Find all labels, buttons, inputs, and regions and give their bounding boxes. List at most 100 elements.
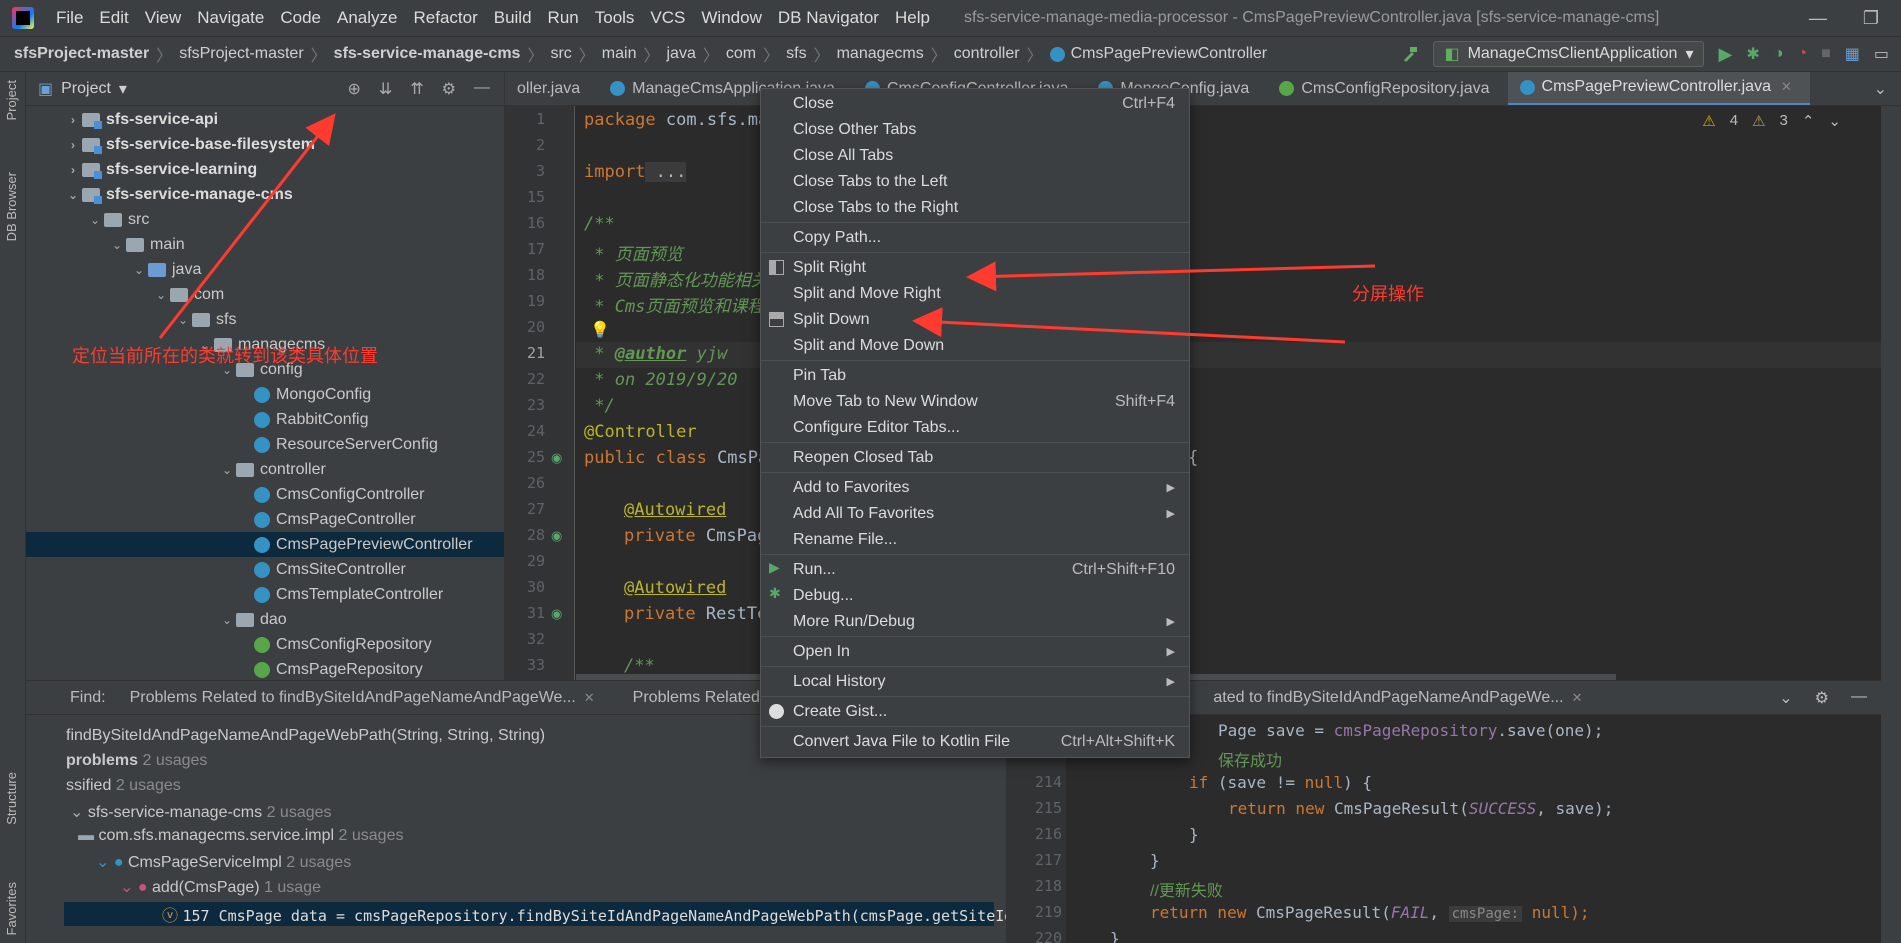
editor-tab[interactable]: CmsConfigRepository.java: [1267, 72, 1507, 105]
tree-item[interactable]: ⌄ dao: [26, 607, 504, 632]
tab-list-chevron-icon[interactable]: ⌄: [1874, 79, 1901, 99]
chevron-up-icon[interactable]: ⌃: [1802, 112, 1815, 130]
editor-tab-active[interactable]: CmsPagePreviewController.java ✕: [1507, 72, 1810, 105]
coverage-icon[interactable]: ◑: [1774, 45, 1784, 63]
menu-item-local-history[interactable]: Local History ▶: [761, 669, 1189, 694]
breadcrumb-item[interactable]: sfsProject-master: [14, 45, 149, 63]
tree-item[interactable]: ⌄ main: [26, 232, 504, 257]
tree-item[interactable]: CmsTemplateController: [26, 582, 504, 607]
find-result-row[interactable]: ⌄ ● add(CmsPage) 1 usage: [120, 877, 321, 897]
menu-item-move-tab-new-window[interactable]: Move Tab to New Window Shift+F4: [761, 389, 1189, 414]
tree-item[interactable]: RabbitConfig: [26, 407, 504, 432]
tree-item[interactable]: ⌄ sfs-service-manage-cms: [26, 182, 504, 207]
tree-item[interactable]: › sfs-service-base-filesystem: [26, 132, 504, 157]
locate-icon[interactable]: ⊕: [347, 79, 360, 99]
menu-help[interactable]: Help: [887, 8, 938, 28]
inspection-widget[interactable]: ⚠ 4 ⚠ 3 ⌃ ⌄: [1702, 112, 1841, 130]
menu-item-close-tabs-right[interactable]: Close Tabs to the Right: [761, 195, 1189, 220]
gear-icon[interactable]: ⚙: [1815, 688, 1829, 708]
menu-item-add-to-favorites[interactable]: Add to Favorites ▶: [761, 475, 1189, 500]
hide-icon[interactable]: —: [1851, 688, 1867, 708]
menu-code[interactable]: Code: [272, 8, 329, 28]
expand-all-icon[interactable]: ⇊: [379, 79, 392, 99]
minimize-icon[interactable]: —: [1809, 8, 1827, 29]
menu-navigate[interactable]: Navigate: [189, 8, 272, 28]
menu-item-pin-tab[interactable]: Pin Tab: [761, 363, 1189, 388]
menu-db-navigator[interactable]: DB Navigator: [770, 8, 887, 28]
menu-item-rename-file[interactable]: Rename File...: [761, 527, 1189, 552]
db-browser-tool-tab[interactable]: DB Browser: [4, 172, 19, 241]
menu-analyze[interactable]: Analyze: [329, 8, 405, 28]
breadcrumb-item[interactable]: sfs-service-manage-cms: [334, 45, 521, 63]
project-panel-title[interactable]: Project: [61, 80, 111, 98]
menu-vcs[interactable]: VCS: [642, 8, 693, 28]
find-result-row[interactable]: ⌄ sfs-service-manage-cms 2 usages: [70, 802, 332, 822]
tree-item[interactable]: ⌄ src: [26, 207, 504, 232]
menu-item-add-all-to-favorites[interactable]: Add All To Favorites ▶: [761, 501, 1189, 526]
find-result-row[interactable]: findBySiteIdAndPageNameAndPageWebPath(St…: [66, 727, 545, 745]
restore-icon[interactable]: ❐: [1863, 8, 1879, 29]
menu-build[interactable]: Build: [486, 8, 540, 28]
menu-item-more-run-debug[interactable]: More Run/Debug ▶: [761, 609, 1189, 634]
menu-item-run[interactable]: ▶ Run... Ctrl+Shift+F10: [761, 557, 1189, 582]
close-icon[interactable]: ✕: [584, 690, 595, 705]
tree-item[interactable]: CmsPageRepository: [26, 657, 504, 680]
tree-item[interactable]: ⌄ controller: [26, 457, 504, 482]
menu-item-split-right[interactable]: Split Right: [761, 255, 1189, 280]
menu-window[interactable]: Window: [693, 8, 769, 28]
tree-item[interactable]: › sfs-service-learning: [26, 157, 504, 182]
profile-icon[interactable]: ◔: [1797, 45, 1807, 63]
stop-icon[interactable]: ■: [1821, 45, 1831, 63]
breadcrumb-item[interactable]: sfs: [786, 45, 806, 63]
menu-edit[interactable]: Edit: [91, 8, 136, 28]
breadcrumb-item[interactable]: sfsProject-master: [179, 45, 303, 63]
project-tool-tab[interactable]: Project: [4, 80, 19, 120]
menu-item-split-move-right[interactable]: Split and Move Right: [761, 281, 1189, 306]
favorites-tool-tab[interactable]: Favorites: [4, 882, 19, 935]
tree-item[interactable]: ⌄ sfs: [26, 307, 504, 332]
breadcrumb-item[interactable]: managecms: [837, 45, 924, 63]
find-tab[interactable]: ated to findBySiteIdAndPageNameAndPageWe…: [1213, 689, 1582, 707]
chevron-down-icon[interactable]: ⌄: [1779, 688, 1792, 708]
layout-icon[interactable]: ▭: [1874, 44, 1889, 64]
tree-item[interactable]: ⌄ java: [26, 257, 504, 282]
breadcrumb-item[interactable]: CmsPagePreviewController: [1071, 45, 1268, 63]
tree-item[interactable]: CmsPageController: [26, 507, 504, 532]
menu-item-debug[interactable]: ✱ Debug...: [761, 583, 1189, 608]
menu-view[interactable]: View: [137, 8, 190, 28]
tree-item[interactable]: ResourceServerConfig: [26, 432, 504, 457]
breadcrumb-item[interactable]: controller: [954, 45, 1020, 63]
find-tab[interactable]: Problems Related to findBySiteIdAndPageN…: [130, 689, 595, 707]
menu-item-close-tabs-left[interactable]: Close Tabs to the Left: [761, 169, 1189, 194]
menu-refactor[interactable]: Refactor: [405, 8, 485, 28]
menu-item-close-other-tabs[interactable]: Close Other Tabs: [761, 117, 1189, 142]
find-result-row[interactable]: ⌄ ● CmsPageServiceImpl 2 usages: [96, 852, 351, 872]
breadcrumb-item[interactable]: src: [550, 45, 571, 63]
menu-file[interactable]: File: [48, 8, 91, 28]
menu-item-convert-kotlin[interactable]: Convert Java File to Kotlin File Ctrl+Alt…: [761, 729, 1189, 754]
menu-item-close-all-tabs[interactable]: Close All Tabs: [761, 143, 1189, 168]
tree-item[interactable]: ⌄ com: [26, 282, 504, 307]
menu-item-open-in[interactable]: Open In ▶: [761, 639, 1189, 664]
chevron-down-icon[interactable]: ⌄: [1828, 112, 1841, 130]
breadcrumb-item[interactable]: com: [726, 45, 756, 63]
breadcrumb-item[interactable]: java: [667, 45, 696, 63]
menu-item-reopen-closed-tab[interactable]: Reopen Closed Tab: [761, 445, 1189, 470]
debug-icon[interactable]: ✱: [1746, 44, 1759, 64]
breadcrumb-item[interactable]: main: [602, 45, 637, 63]
menu-run[interactable]: Run: [540, 8, 587, 28]
close-icon[interactable]: ✕: [1572, 690, 1583, 705]
tree-item-selected[interactable]: CmsPagePreviewController: [26, 532, 504, 557]
project-structure-icon[interactable]: ▦: [1845, 44, 1860, 64]
close-icon[interactable]: ✕: [1781, 79, 1792, 95]
menu-item-configure-editor-tabs[interactable]: Configure Editor Tabs...: [761, 415, 1189, 440]
run-icon[interactable]: ▶: [1718, 44, 1732, 65]
tree-item[interactable]: CmsConfigRepository: [26, 632, 504, 657]
find-result-row-selected[interactable]: ⓥ 157 CmsPage data = cmsPageRepository.f…: [64, 902, 1040, 926]
spring-bean-icon[interactable]: ◉: [551, 606, 562, 622]
chevron-down-icon[interactable]: ▾: [119, 79, 127, 99]
menu-tools[interactable]: Tools: [587, 8, 643, 28]
structure-tool-tab[interactable]: Structure: [4, 772, 19, 825]
tree-item[interactable]: MongoConfig: [26, 382, 504, 407]
tree-item[interactable]: › sfs-service-api: [26, 107, 504, 132]
